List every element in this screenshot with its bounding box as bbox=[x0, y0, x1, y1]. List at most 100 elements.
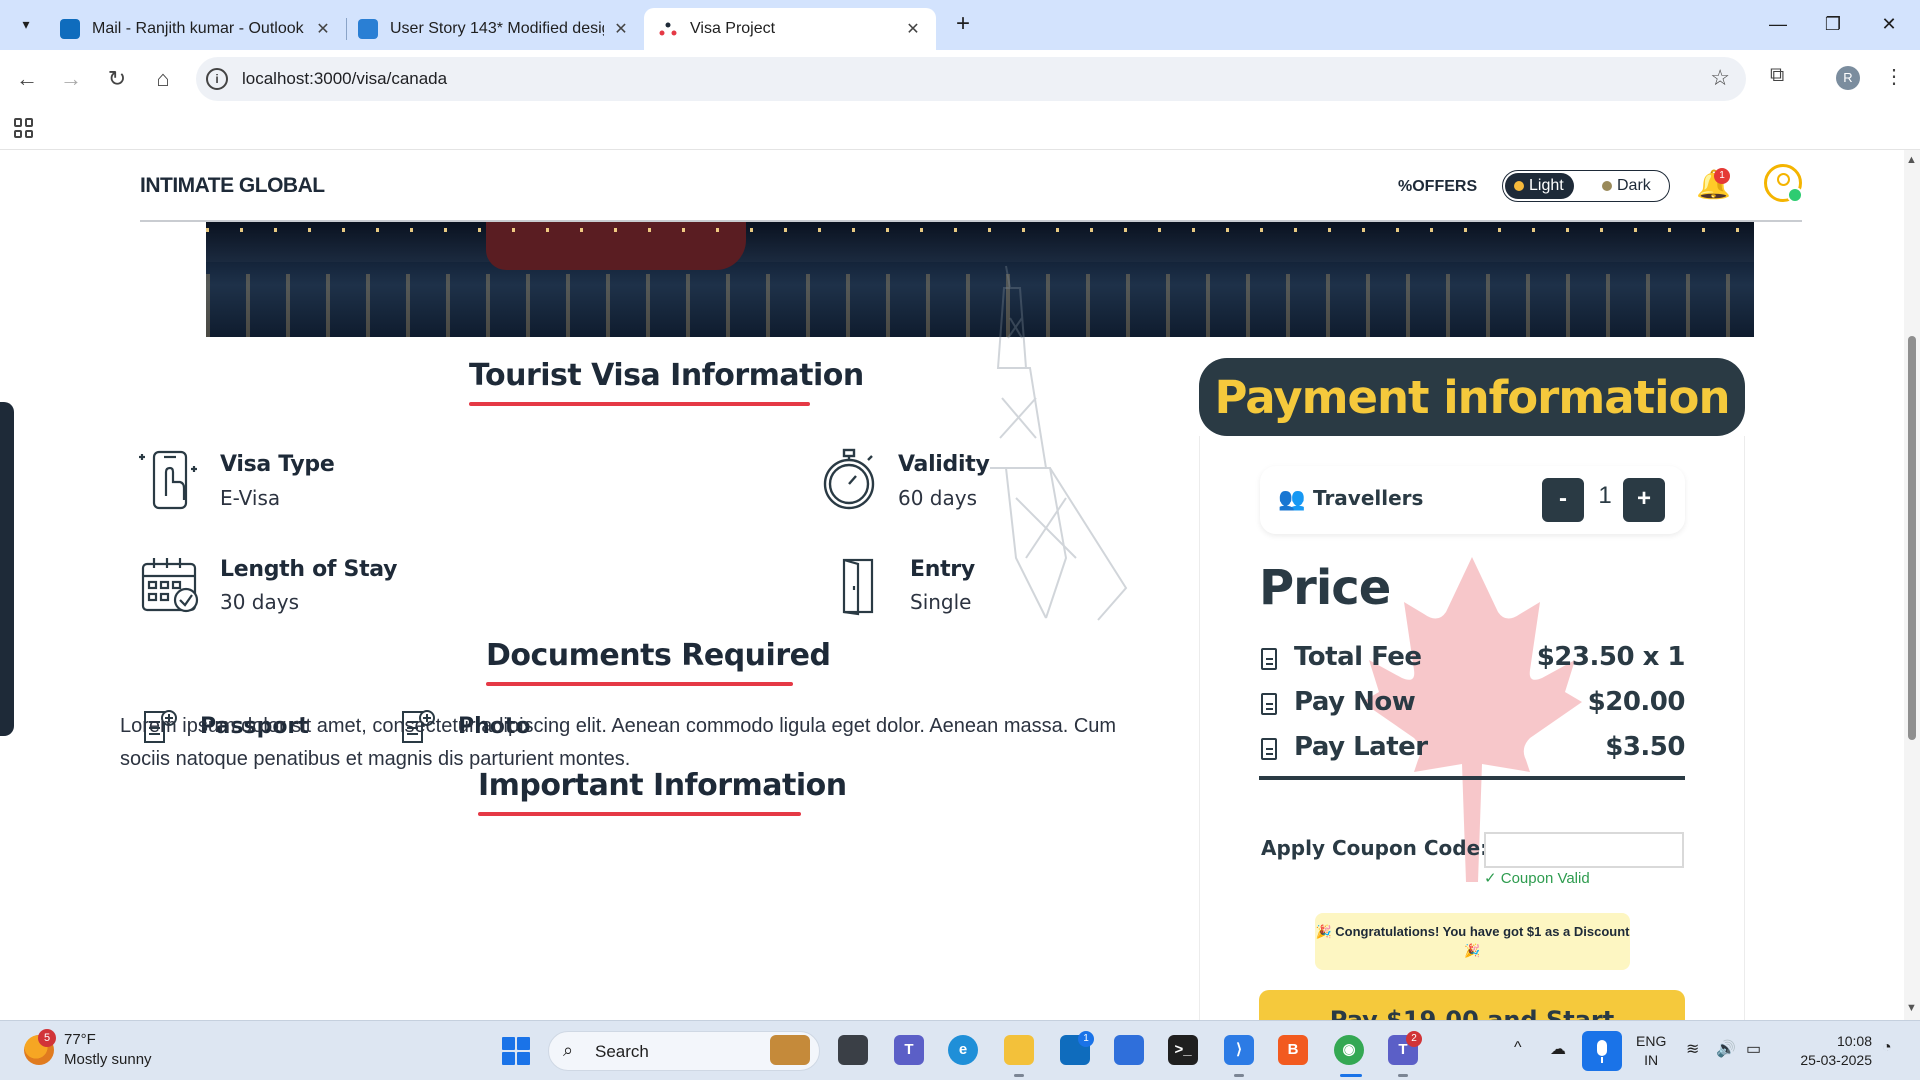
discount-congrats-banner: 🎉 Congratulations! You have got $1 as a … bbox=[1315, 913, 1630, 970]
tab-azure-devops[interactable]: User Story 143* Modified desig ✕ bbox=[344, 8, 644, 50]
teams-icon[interactable]: T bbox=[894, 1035, 924, 1065]
theme-light-label: Light bbox=[1529, 177, 1564, 194]
running-indicator bbox=[1014, 1074, 1024, 1077]
terminal-icon[interactable]: >_ bbox=[1168, 1035, 1198, 1065]
language-region: IN bbox=[1644, 1052, 1659, 1068]
close-window-icon[interactable]: ✕ bbox=[1862, 6, 1916, 42]
fee-label: Total Fee bbox=[1294, 642, 1422, 672]
tab-close-icon[interactable]: ✕ bbox=[612, 19, 630, 39]
weather-description[interactable]: Mostly sunny bbox=[64, 1051, 152, 1068]
battery-icon[interactable]: ▭ bbox=[1746, 1039, 1761, 1059]
tab-search-chevron-icon[interactable]: ▾ bbox=[12, 10, 40, 38]
coupon-input[interactable] bbox=[1484, 832, 1684, 868]
fee-row-pay-later: Pay Later $3.50 bbox=[1259, 732, 1685, 768]
door-icon bbox=[842, 558, 874, 616]
url-text[interactable]: localhost:3000/visa/canada bbox=[242, 57, 447, 101]
volume-icon[interactable]: 🔊 bbox=[1716, 1039, 1736, 1059]
edge-icon[interactable]: e bbox=[948, 1035, 978, 1065]
length-of-stay-label: Length of Stay bbox=[220, 557, 398, 582]
site-info-icon[interactable]: i bbox=[206, 68, 228, 90]
apps-grid-icon[interactable] bbox=[14, 118, 34, 138]
notepad-icon[interactable] bbox=[1114, 1035, 1144, 1065]
windows-start-icon[interactable] bbox=[502, 1037, 530, 1065]
file-explorer-icon[interactable] bbox=[1004, 1035, 1034, 1065]
scroll-up-arrow-icon[interactable]: ▲ bbox=[1906, 154, 1917, 166]
briefcase-icon[interactable] bbox=[770, 1035, 810, 1065]
hero-banner-image bbox=[206, 222, 1754, 337]
show-hidden-icons-chevron-icon[interactable]: ^ bbox=[1514, 1039, 1522, 1057]
new-tab-plus-icon[interactable]: + bbox=[950, 12, 976, 38]
site-header: INTIMATE GLOBAL %OFFERS Light Dark 🔔 1 bbox=[140, 150, 1803, 222]
tab-title: Mail - Ranjith kumar - Outlook bbox=[92, 20, 304, 37]
tab-title: User Story 143* Modified desig bbox=[390, 20, 604, 37]
user-avatar[interactable] bbox=[1764, 164, 1803, 203]
windows-taskbar: 5 77°F Mostly sunny ⌕ Search T e 1 >_ ⟩ … bbox=[0, 1020, 1920, 1080]
chrome-icon[interactable]: ◉ bbox=[1334, 1035, 1364, 1065]
forward-arrow-icon[interactable]: → bbox=[56, 64, 86, 94]
bookmark-star-icon[interactable]: ☆ bbox=[1710, 65, 1730, 91]
offers-link[interactable]: %OFFERS bbox=[1398, 178, 1477, 196]
documents-underline bbox=[486, 682, 793, 686]
validity-value: 60 days bbox=[898, 486, 978, 510]
notification-center-icon[interactable]: ◔ bbox=[1882, 1039, 1892, 1057]
tab-close-icon[interactable]: ✕ bbox=[904, 19, 922, 39]
moon-dot-icon bbox=[1602, 181, 1612, 191]
tab-outlook[interactable]: Mail - Ranjith kumar - Outlook ✕ bbox=[46, 8, 346, 50]
payment-header: Payment information bbox=[1199, 358, 1745, 436]
entry-label: Entry bbox=[910, 557, 975, 582]
onedrive-cloud-icon[interactable]: ☁ bbox=[1550, 1039, 1566, 1059]
receipt-icon bbox=[1261, 738, 1277, 760]
scroll-down-arrow-icon[interactable]: ▼ bbox=[1906, 1002, 1917, 1014]
increase-travellers-button[interactable]: + bbox=[1623, 478, 1665, 522]
calendar-check-icon bbox=[141, 558, 199, 613]
scroll-thumb[interactable] bbox=[1908, 336, 1916, 740]
active-indicator bbox=[1340, 1074, 1362, 1077]
system-clock[interactable]: 10:08 25-03-2025 bbox=[1784, 1032, 1872, 1070]
address-bar[interactable]: i localhost:3000/visa/canada ☆ bbox=[196, 57, 1746, 101]
bookmarks-bar bbox=[0, 108, 1920, 150]
fee-label: Pay Now bbox=[1294, 687, 1416, 717]
theme-dark-label: Dark bbox=[1617, 177, 1651, 194]
minimize-icon[interactable]: — bbox=[1751, 6, 1805, 42]
important-info-underline bbox=[478, 812, 801, 816]
task-view-icon[interactable] bbox=[838, 1035, 868, 1065]
wifi-icon[interactable]: ≋ bbox=[1686, 1039, 1699, 1059]
validity-label: Validity bbox=[898, 452, 990, 477]
language-indicator[interactable]: ENG IN bbox=[1636, 1032, 1666, 1070]
page-scrollbar[interactable]: ▲ ▼ bbox=[1904, 150, 1920, 1020]
restore-icon[interactable]: ❐ bbox=[1806, 6, 1860, 42]
tab-visa-project[interactable]: Visa Project ✕ bbox=[644, 8, 936, 50]
people-icon: 👥 bbox=[1278, 486, 1306, 511]
clock-time: 10:08 bbox=[1836, 1033, 1872, 1049]
weather-badge: 5 bbox=[38, 1029, 56, 1047]
visa-type-value: E-Visa bbox=[220, 486, 281, 510]
microphone-icon[interactable] bbox=[1582, 1031, 1622, 1071]
profile-avatar[interactable]: R bbox=[1836, 66, 1860, 90]
length-of-stay-value: 30 days bbox=[220, 590, 300, 614]
notification-count-badge: 1 bbox=[1714, 168, 1730, 184]
tab-close-icon[interactable]: ✕ bbox=[314, 19, 332, 39]
brand-logo-text[interactable]: INTIMATE GLOBAL bbox=[140, 174, 325, 198]
visa-project-favicon bbox=[659, 22, 677, 36]
kebab-menu-icon[interactable]: ⋮ bbox=[1884, 64, 1904, 89]
theme-dark-option[interactable]: Dark bbox=[1593, 173, 1661, 199]
home-icon[interactable]: ⌂ bbox=[148, 64, 178, 94]
visa-type-label: Visa Type bbox=[220, 452, 335, 477]
brave-icon[interactable]: B bbox=[1278, 1035, 1308, 1065]
entry-value: Single bbox=[910, 590, 972, 614]
travellers-label: Travellers bbox=[1313, 486, 1424, 510]
side-drawer-handle[interactable] bbox=[0, 402, 14, 736]
weather-temperature[interactable]: 77°F bbox=[64, 1031, 96, 1048]
user-head-icon bbox=[1777, 173, 1790, 186]
search-icon: ⌕ bbox=[563, 1040, 574, 1060]
stopwatch-icon bbox=[823, 448, 875, 510]
theme-toggle[interactable]: Light Dark bbox=[1502, 170, 1670, 202]
fee-label: Pay Later bbox=[1294, 732, 1428, 762]
theme-light-option[interactable]: Light bbox=[1505, 173, 1574, 199]
vscode-icon[interactable]: ⟩ bbox=[1224, 1035, 1254, 1065]
back-arrow-icon[interactable]: ← bbox=[12, 64, 42, 94]
decrease-travellers-button[interactable]: - bbox=[1542, 478, 1584, 522]
teams-badge: 2 bbox=[1406, 1031, 1422, 1047]
reload-icon[interactable]: ↻ bbox=[102, 64, 132, 94]
extensions-puzzle-icon[interactable]: ⧉ bbox=[1770, 64, 1784, 87]
